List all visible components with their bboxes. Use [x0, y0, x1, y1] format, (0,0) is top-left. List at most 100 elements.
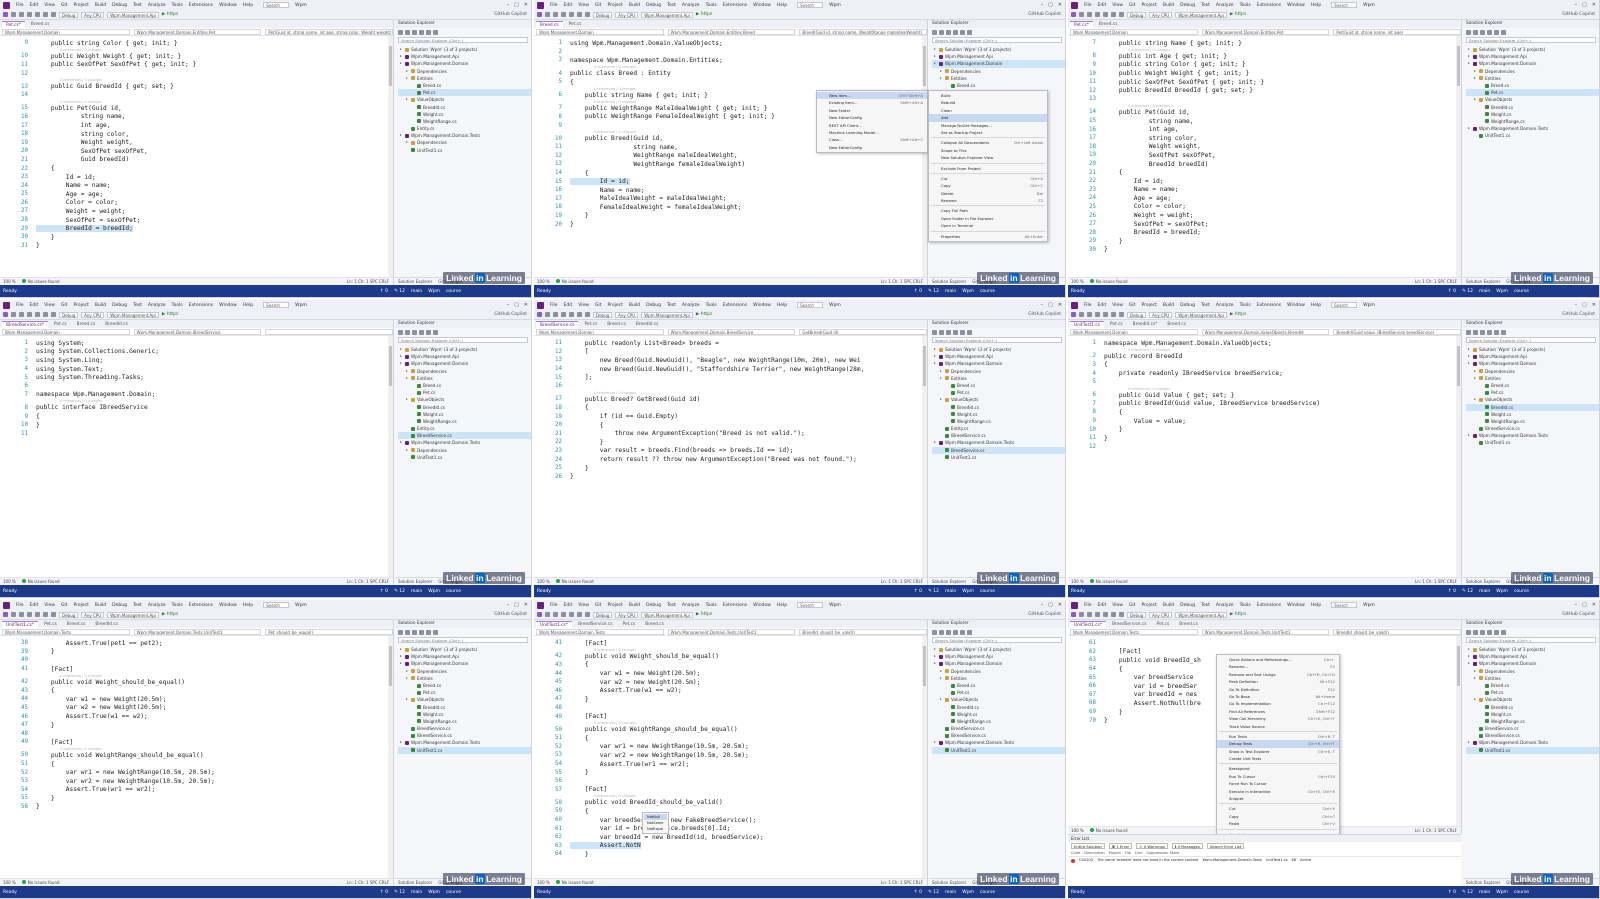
code-text[interactable]: }: [570, 221, 574, 228]
collapse-all-icon[interactable]: [1480, 629, 1485, 635]
code-text[interactable]: public void Weight_should_be_equal(): [36, 679, 185, 686]
home-icon[interactable]: [932, 329, 937, 335]
redo-icon[interactable]: [585, 312, 590, 317]
tree-item[interactable]: BreedId.cs: [398, 704, 531, 711]
document-tab[interactable]: Breed.cs: [1175, 621, 1202, 628]
code-text[interactable]: namespace Wpm.Management.Domain.ValueObj…: [1104, 340, 1272, 347]
column-header[interactable]: Suppression State: [1146, 850, 1179, 856]
tree-item[interactable]: ▸ Entities: [932, 375, 1065, 382]
member-nav-select[interactable]: Breed(Guid id, string name, WeightRange …: [799, 28, 928, 35]
undo-icon[interactable]: [43, 12, 48, 17]
menu-test[interactable]: Test: [667, 303, 676, 308]
chevron-icon[interactable]: ▸: [406, 368, 410, 375]
refresh-icon[interactable]: [426, 629, 431, 635]
startup-project-select[interactable]: Wpm.Management.Api: [1175, 11, 1227, 18]
type-nav-select[interactable]: Wpm.Management.Domain.IBreedService: [133, 328, 262, 335]
menu-file[interactable]: File: [1084, 303, 1092, 308]
code-text[interactable]: int age,: [1104, 126, 1179, 133]
tree-item[interactable]: BreedService.cs: [398, 725, 531, 732]
document-tab[interactable]: Pet.cs: [40, 621, 61, 628]
code-text[interactable]: Name = name;: [36, 182, 111, 189]
document-tab[interactable]: Breed.cs: [27, 21, 54, 28]
tree-item[interactable]: ▸ Entities: [398, 675, 531, 682]
close-icon[interactable]: ✕: [524, 302, 528, 308]
save-all-icon[interactable]: [1103, 312, 1108, 317]
menu-build[interactable]: Build: [629, 303, 640, 308]
code-text[interactable]: public string Color { get; init; }: [1104, 61, 1246, 68]
menu-analyze[interactable]: Analyze: [1216, 603, 1234, 608]
scope-select[interactable]: Entire Solution: [1071, 843, 1105, 849]
editor-scrollbar[interactable]: [922, 36, 927, 277]
menu-item[interactable]: Open Folder in File Explorer: [929, 215, 1047, 222]
menu-item[interactable]: Cut Ctrl+X: [929, 175, 1047, 182]
project-nav-select[interactable]: Wpm.Management.Domain: [2, 28, 130, 35]
code-text[interactable]: }: [570, 212, 589, 219]
tree-item[interactable]: Weight.cs: [398, 711, 531, 718]
tree-item[interactable]: Breed.cs: [398, 382, 531, 389]
project-nav-select[interactable]: Wpm.Management.Domain: [2, 328, 130, 335]
zoom-level[interactable]: 100 %: [1071, 579, 1084, 584]
code-text[interactable]: public BreedId BreedId { get; set; }: [1104, 87, 1253, 94]
refresh-icon[interactable]: [1494, 329, 1499, 335]
forward-icon[interactable]: [1079, 12, 1084, 17]
code-text[interactable]: SexOfPet sexOfPet,: [36, 148, 148, 155]
tree-item[interactable]: ▸ Entities: [1466, 375, 1599, 382]
menu-git[interactable]: Git: [1129, 303, 1136, 308]
tree-item[interactable]: ▸ Dependencies: [1466, 68, 1599, 75]
menu-window[interactable]: Window: [219, 303, 237, 308]
tree-item[interactable]: ▸ValueObjects: [1466, 396, 1599, 403]
home-icon[interactable]: [932, 629, 937, 635]
menu-debug[interactable]: Debug: [646, 603, 661, 608]
minimize-icon[interactable]: –: [1575, 2, 1578, 8]
code-editor[interactable]: Pet.cs* Breed.cs Wpm.Management.Domain Wpm…: [0, 20, 394, 285]
code-text[interactable]: public Weight Weight { get; init; }: [1104, 70, 1249, 77]
configuration-select[interactable]: Debug: [1127, 11, 1147, 18]
menu-build[interactable]: Build: [95, 603, 106, 608]
tree-item[interactable]: IBreedService.cs: [398, 432, 531, 440]
code-text[interactable]: var wr1 = new WeightRange(10.5m, 20.5m);: [570, 743, 749, 750]
tree-item[interactable]: ▸ Wpm.Management.Domain: [1466, 60, 1599, 67]
tree-item[interactable]: ▸Wpm.Management.Domain.Tests: [1466, 739, 1599, 746]
menu-window[interactable]: Window: [1287, 3, 1305, 8]
chevron-icon[interactable]: ▸: [1474, 75, 1478, 82]
show-all-files-icon[interactable]: [953, 329, 958, 335]
menu-git[interactable]: Git: [595, 3, 602, 8]
chevron-icon[interactable]: ▸: [1474, 96, 1478, 103]
menu-view[interactable]: View: [1112, 603, 1123, 608]
document-tab[interactable]: IBreedService.cs*: [2, 321, 48, 328]
error-search-input[interactable]: Search Error List: [1206, 843, 1245, 849]
code-text[interactable]: BreedId breedId): [1104, 161, 1209, 168]
tree-item[interactable]: Entity.cs: [398, 125, 531, 132]
code-text[interactable]: Id = id;: [570, 178, 630, 186]
back-icon[interactable]: [3, 12, 8, 17]
issues-indicator[interactable]: No issues found: [21, 880, 60, 885]
menu-help[interactable]: Help: [243, 603, 253, 608]
code-text[interactable]: using System.Threading.Tasks;: [36, 374, 144, 381]
code-text[interactable]: ];: [570, 374, 592, 381]
code-text[interactable]: public Guid Value { get; set; }: [1104, 392, 1235, 399]
refresh-icon[interactable]: [960, 629, 965, 635]
code-text[interactable]: }: [570, 465, 589, 472]
tree-item[interactable]: ▸ValueObjects: [398, 696, 531, 703]
code-text[interactable]: Age = age;: [36, 191, 103, 198]
tree-item[interactable]: Breed.cs: [932, 682, 1065, 689]
chevron-icon[interactable]: ▸: [406, 668, 410, 675]
new-item-icon[interactable]: [19, 612, 24, 617]
menu-extensions[interactable]: Extensions: [1257, 303, 1281, 308]
type-nav-select[interactable]: Wpm.Management.Domain.Tests.UnitTest1: [133, 628, 262, 635]
code-text[interactable]: public void WeightRange_should_be_equal(…: [36, 752, 204, 759]
code-text[interactable]: Weight = weight;: [1104, 212, 1194, 219]
chevron-icon[interactable]: ▸: [400, 46, 404, 53]
issues-indicator[interactable]: No issues found: [555, 279, 594, 284]
code-text[interactable]: public void BreedId_sh: [1104, 657, 1201, 664]
status-item[interactable]: ↑ 0: [380, 289, 388, 294]
menu-git[interactable]: Git: [595, 603, 602, 608]
close-icon[interactable]: ✕: [1058, 2, 1062, 8]
code-text[interactable]: }: [1104, 246, 1108, 253]
status-item[interactable]: ↑ 0: [914, 589, 922, 594]
menu-window[interactable]: Window: [219, 3, 237, 8]
minimize-icon[interactable]: –: [1041, 2, 1044, 8]
menu-test[interactable]: Test: [1201, 3, 1210, 8]
document-tab[interactable]: BreedService.cs: [536, 321, 579, 328]
startup-project-select[interactable]: Wpm.Management.Api: [107, 611, 159, 618]
